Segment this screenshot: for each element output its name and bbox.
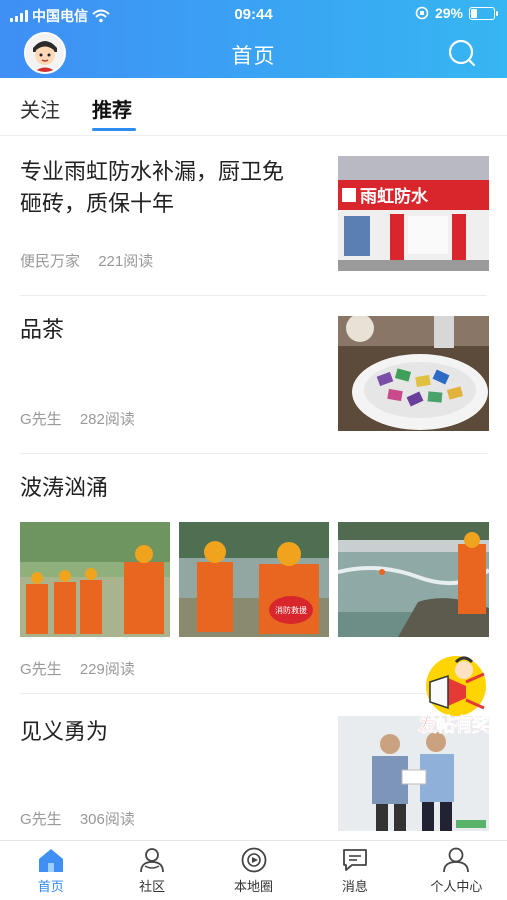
article-reads: 221阅读 — [98, 253, 154, 270]
tab-local-circle[interactable]: 本地圈 — [203, 841, 304, 900]
article-meta: G先生 229阅读 — [20, 658, 135, 679]
tab-profile-label: 个人中心 — [430, 879, 483, 894]
status-bar: 中国电信 09:44 29% — [0, 0, 507, 28]
community-icon — [140, 848, 165, 873]
message-icon — [343, 849, 367, 871]
article-thumbnail[interactable] — [338, 316, 489, 431]
article-meta: G先生 306阅读 — [20, 808, 135, 829]
candy-plate-image — [338, 316, 489, 431]
home-icon — [38, 849, 63, 872]
article-reads: 306阅读 — [79, 811, 135, 828]
header: 首页 — [0, 28, 507, 78]
feed-item-waterproof[interactable]: 专业雨虹防水补漏，厨卫免 砸砖，质保十年 便民万家 221阅读 雨虹防水 — [0, 136, 507, 296]
tab-community-label: 社区 — [139, 879, 166, 894]
battery-percent: 29% — [434, 5, 463, 21]
bottom-tab-bar: 首页 社区 本地圈 消息 个人中心 — [0, 840, 507, 900]
tab-follow[interactable]: 关注 — [20, 94, 60, 123]
river-rescue-image — [338, 522, 489, 637]
article-image-2[interactable]: 消防救援 — [179, 522, 329, 637]
article-title: 波涛汹涌 — [20, 475, 109, 500]
tab-community[interactable]: 社区 — [101, 841, 202, 900]
article-image-1[interactable] — [20, 522, 170, 637]
tab-home-label: 首页 — [37, 879, 64, 894]
article-author: G先生 — [20, 661, 62, 678]
profile-icon — [443, 847, 470, 873]
tab-messages[interactable]: 消息 — [304, 841, 405, 900]
article-author: G先生 — [20, 411, 62, 428]
feed-tabs: 关注 推荐 — [0, 78, 507, 136]
post-reward-button[interactable]: 发帖有奖 — [408, 652, 500, 738]
feed-item-tea[interactable]: 品茶 G先生 282阅读 — [0, 296, 507, 454]
tab-recommend[interactable]: 推荐 — [92, 94, 132, 123]
article-author: 便民万家 — [20, 253, 81, 270]
search-icon[interactable] — [447, 38, 477, 68]
active-tab-indicator — [92, 128, 136, 131]
rescue-handover-image: 消防救援 — [179, 522, 329, 637]
storefront-image: 雨虹防水 — [338, 156, 489, 271]
article-thumbnail[interactable]: 雨虹防水 — [338, 156, 489, 271]
rescue-team-image — [20, 522, 170, 637]
article-meta: 便民万家 221阅读 — [20, 250, 153, 271]
battery-icon — [469, 6, 498, 20]
article-reads: 229阅读 — [79, 661, 135, 678]
title-line-2: 砸砖，质保十年 — [20, 191, 175, 216]
storefront-sign: 雨虹防水 — [360, 186, 429, 207]
article-title: 见义勇为 — [20, 719, 109, 744]
top-bar: 中国电信 09:44 29% 首页 — [0, 0, 507, 78]
tab-profile[interactable]: 个人中心 — [406, 841, 507, 900]
article-title: 品茶 — [20, 317, 65, 342]
tab-messages-label: 消息 — [341, 879, 368, 894]
article-meta: G先生 282阅读 — [20, 408, 135, 429]
post-reward-label: 发帖有奖 — [417, 715, 492, 737]
article-image-3[interactable] — [338, 522, 489, 637]
tab-home[interactable]: 首页 — [0, 841, 101, 900]
rescue-badge-text: 消防救援 — [275, 605, 307, 615]
article-title: 专业雨虹防水补漏，厨卫免 砸砖，质保十年 — [20, 156, 320, 220]
article-author: G先生 — [20, 811, 62, 828]
local-circle-icon — [241, 847, 266, 873]
title-line-1: 专业雨虹防水补漏，厨卫免 — [20, 159, 285, 184]
orientation-lock-icon — [415, 6, 429, 20]
tab-local-circle-label: 本地圈 — [234, 879, 274, 894]
page-title: 首页 — [231, 45, 276, 68]
article-reads: 282阅读 — [79, 411, 135, 428]
